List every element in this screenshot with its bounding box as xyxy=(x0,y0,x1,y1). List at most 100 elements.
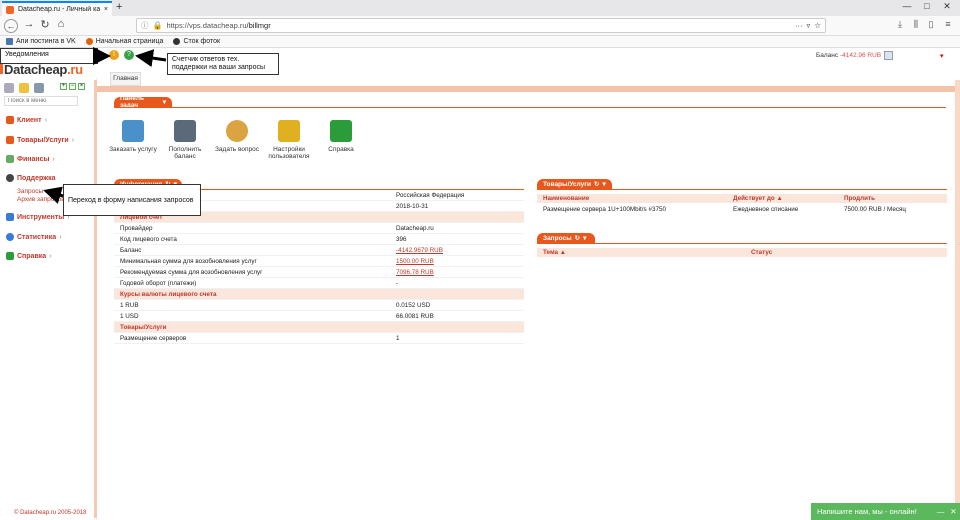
sidebar-scrollbar[interactable] xyxy=(94,80,97,518)
header-balance[interactable]: Баланс -4142.96 RUB xyxy=(816,52,881,59)
task-order-service[interactable]: Заказать услугу xyxy=(108,120,158,153)
help-book-icon xyxy=(6,252,14,260)
forward-arrow-icon[interactable]: → xyxy=(22,18,36,30)
info-row: Провайдер Datacheap.ru xyxy=(114,223,524,234)
task-ask-question[interactable]: Задать вопрос xyxy=(212,120,262,153)
col-name[interactable]: Наименование xyxy=(537,195,733,202)
info-key: Размещение серверов xyxy=(120,334,187,342)
tab-close-icon[interactable]: × xyxy=(104,6,108,13)
bookmark-stock-photos[interactable]: Сток фоток xyxy=(173,38,220,45)
task-panel-divider xyxy=(114,107,946,108)
cart-task-icon xyxy=(122,120,144,142)
new-tab-button[interactable]: + xyxy=(116,1,122,13)
sidebar-toggle-icon[interactable]: ▯ xyxy=(925,19,937,30)
home-small-icon[interactable] xyxy=(34,83,44,93)
goods-table-header: Наименование Действует до ▲ Продлить xyxy=(537,194,947,203)
chart-icon xyxy=(6,233,14,241)
sidebar-item-help[interactable]: Справка › xyxy=(6,252,52,260)
refresh-icon: ↻ xyxy=(574,235,581,242)
task-panel-header[interactable]: Панель задач ▾ xyxy=(114,95,172,109)
col-valid-until[interactable]: Действует до ▲ xyxy=(733,195,844,202)
info-value-link[interactable]: -4142.9679 RUB xyxy=(396,247,524,254)
info-row: Код лицевого счета 396 xyxy=(114,234,524,245)
sidebar-subitem-requests-archive[interactable]: Архив запросов xyxy=(17,196,65,203)
info-value-link[interactable]: 1500.00 RUB xyxy=(396,258,524,265)
bookmark-star-icon[interactable]: ☆ xyxy=(814,21,821,30)
grid-icon[interactable] xyxy=(4,83,14,93)
bookmark-vk-api[interactable]: Апи постинга в VK xyxy=(6,38,76,45)
pocket-icon[interactable]: ▿ xyxy=(807,21,811,30)
notifications-icon[interactable]: ! xyxy=(109,50,119,60)
online-chat-widget[interactable]: Напишите нам, мы - онлайн! — ✕ xyxy=(811,503,960,520)
info-value: Datacheap.ru xyxy=(396,224,434,232)
callout-notifications: Уведомления xyxy=(0,48,98,64)
headset-icon xyxy=(6,174,14,182)
info-key: Баланс xyxy=(120,246,142,254)
arrow-support-counter xyxy=(135,49,167,68)
menu-search-input[interactable] xyxy=(4,96,78,106)
col-subject[interactable]: Тема ▲ xyxy=(537,249,751,256)
info-row: Годовой оборот (платежи) - xyxy=(114,278,524,289)
browser-tab[interactable]: Datacheap.ru - Личный кабинет × xyxy=(2,1,112,16)
tab-home[interactable]: Главная xyxy=(110,72,141,86)
info-key: Код лицевого счета xyxy=(120,235,177,243)
browser-tab-strip xyxy=(0,0,960,16)
task-top-up-balance[interactable]: Пополнить баланс xyxy=(160,120,210,160)
chat-minimize-icon[interactable]: — xyxy=(937,507,945,516)
goods-panel-header[interactable]: Товары/Услуги ↻ ▾ xyxy=(537,179,612,189)
sidebar-subitem-requests[interactable]: Запросы xyxy=(17,188,43,195)
minimize-button[interactable]: — xyxy=(900,1,914,11)
sidebar-item-statistics[interactable]: Статистика › xyxy=(6,233,61,241)
page-actions-icon[interactable]: ··· xyxy=(795,21,803,30)
support-counter-icon[interactable]: ? xyxy=(124,50,134,60)
collapse-all-icon[interactable]: − xyxy=(69,83,76,90)
task-user-settings[interactable]: Настройки пользователя xyxy=(264,120,314,160)
back-arrow-icon[interactable]: ← xyxy=(4,19,18,33)
downloads-icon[interactable]: ⤓ xyxy=(894,19,906,30)
info-key: Рекомендуемая сумма для возобновления ус… xyxy=(120,268,263,276)
main-scrollbar[interactable] xyxy=(955,80,960,520)
favorites-star-icon[interactable] xyxy=(19,83,29,93)
sidebar-item-tools[interactable]: Инструменты › xyxy=(6,213,70,221)
col-status[interactable]: Статус xyxy=(751,249,947,256)
table-row[interactable]: Размещение сервера 1U+100Mbit/s #3750 Еж… xyxy=(537,204,947,215)
info-value: 66.0081 RUB xyxy=(396,312,434,320)
site-logo[interactable]: Datacheap.ru xyxy=(4,62,83,77)
menu-icon[interactable]: ≡ xyxy=(942,19,954,29)
info-value: Российская Федерация xyxy=(396,191,465,199)
requests-panel-divider xyxy=(537,243,947,244)
sidebar-item-client[interactable]: Клиент › xyxy=(6,116,47,124)
sidebar xyxy=(0,78,97,520)
sidebar-toolbar xyxy=(4,83,44,93)
reload-icon[interactable]: ↻ xyxy=(38,18,52,31)
dropdown-caret-icon: ▾ xyxy=(162,99,166,106)
settings-icon xyxy=(278,120,300,142)
library-icon[interactable]: ⫼ xyxy=(910,19,922,30)
client-icon xyxy=(6,116,14,124)
col-renew[interactable]: Продлить xyxy=(844,195,947,202)
close-window-button[interactable]: ✕ xyxy=(940,1,954,12)
home-icon[interactable]: ⌂ xyxy=(54,18,68,30)
callout-request-form: Переход в форму написания запросов xyxy=(63,184,201,216)
requests-panel-header[interactable]: Запросы ↻ ▾ xyxy=(537,233,595,243)
user-avatar[interactable] xyxy=(884,51,893,60)
address-bar[interactable]: ⓘ 🔒 https://vps.datacheap.ru/billmgr ···… xyxy=(136,18,826,33)
wallet-icon xyxy=(6,155,14,163)
sidebar-item-support[interactable]: Поддержка xyxy=(6,174,56,182)
dropdown-caret-icon: ▾ xyxy=(602,181,606,188)
pin-icon[interactable]: × xyxy=(78,83,85,90)
tools-icon xyxy=(6,213,14,221)
info-value: 396 xyxy=(396,235,407,243)
maximize-button[interactable]: □ xyxy=(920,1,934,11)
expand-all-icon[interactable]: + xyxy=(60,83,67,90)
info-key: Провайдер xyxy=(120,224,153,232)
sidebar-item-products[interactable]: Товары/Услуги › xyxy=(6,136,74,144)
sidebar-item-finance[interactable]: Финансы › xyxy=(6,155,55,163)
task-help[interactable]: Справка xyxy=(316,120,366,153)
user-menu-caret-icon[interactable]: ▾ xyxy=(940,52,944,60)
info-row: Баланс -4142.9679 RUB xyxy=(114,245,524,256)
chat-close-icon[interactable]: ✕ xyxy=(950,507,956,516)
info-value-link[interactable]: 7096.78 RUB xyxy=(396,269,524,276)
requests-table-header: Тема ▲ Статус xyxy=(537,248,947,257)
bookmark-start-page[interactable]: Начальная страница xyxy=(85,38,163,45)
